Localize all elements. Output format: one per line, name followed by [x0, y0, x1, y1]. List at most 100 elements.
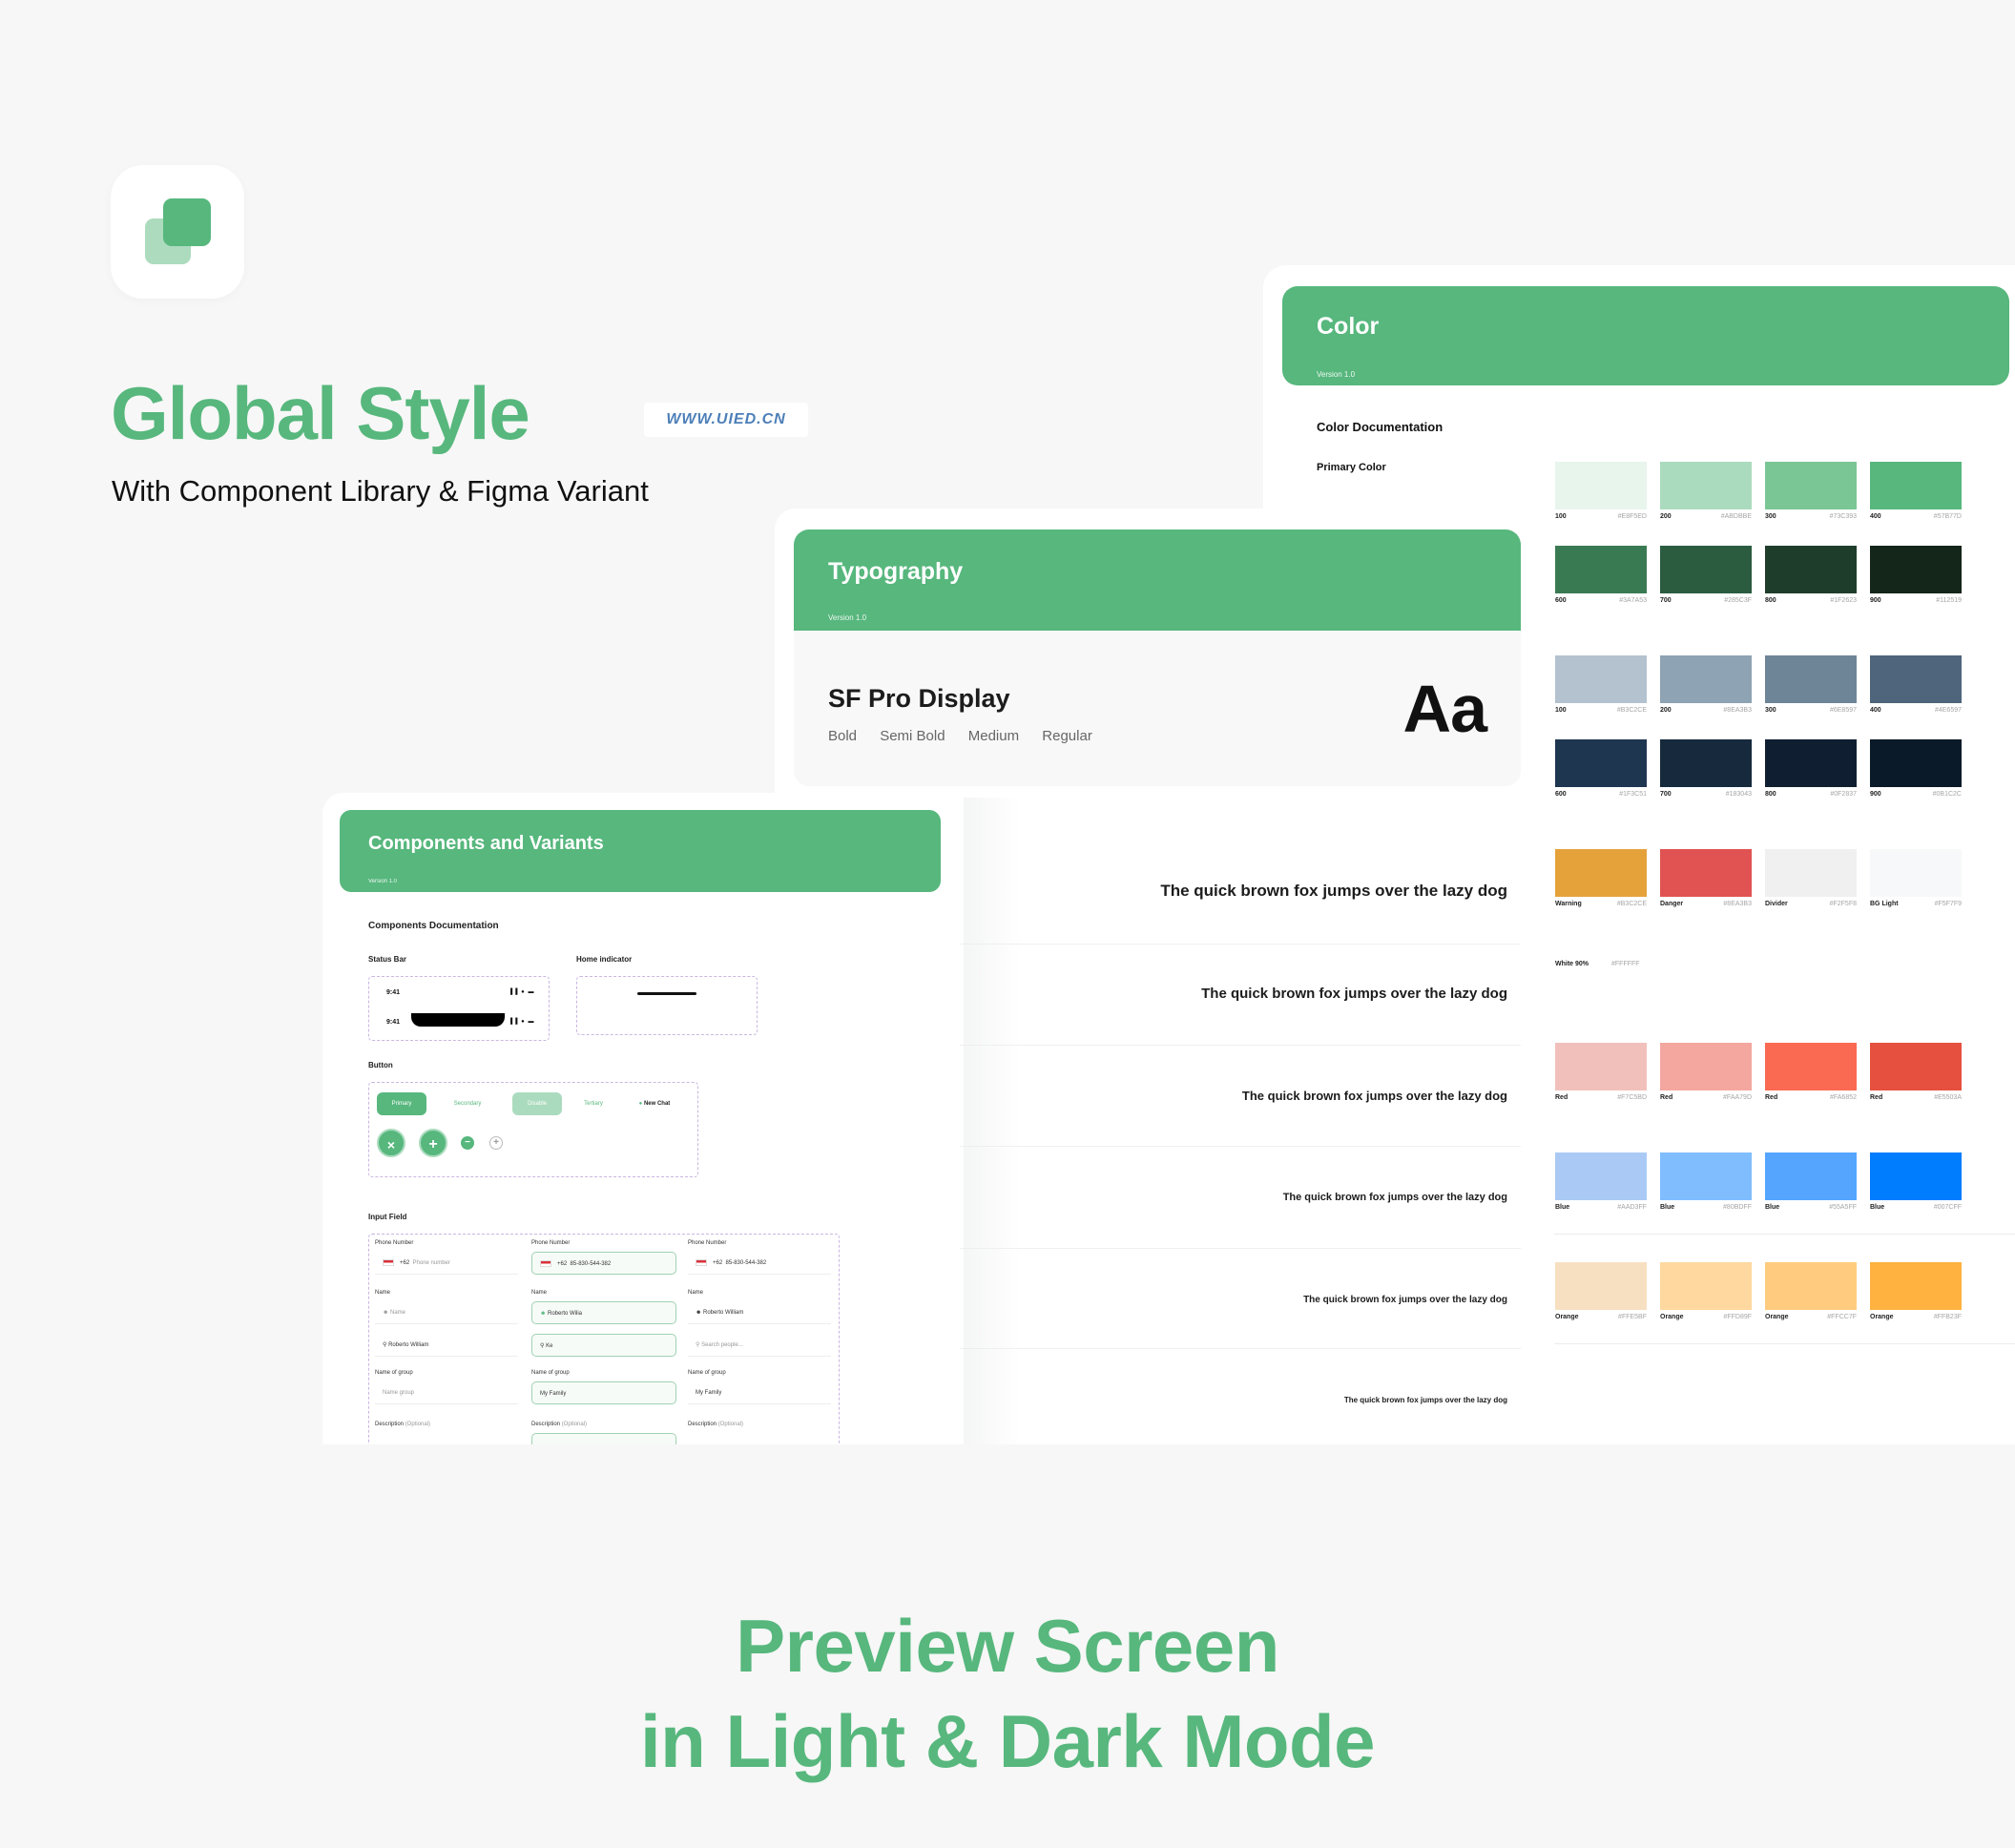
- phone-input-empty[interactable]: +62 Phone number: [375, 1252, 518, 1275]
- name-input-empty[interactable]: ☻ Name: [375, 1301, 518, 1324]
- input-field-label: Input Field: [368, 1213, 407, 1221]
- group-input-filled[interactable]: My Family: [688, 1381, 831, 1404]
- user-icon: ☻: [696, 1310, 703, 1316]
- swatch-name: Red: [1765, 1094, 1778, 1101]
- swatch-label: Orange #FFCC7F: [1765, 1314, 1857, 1320]
- sample-text-6: The quick brown fox jumps over the lazy …: [1343, 1396, 1507, 1404]
- swatch-label: 400 #57B77D: [1870, 513, 1962, 520]
- notch: [411, 1013, 505, 1027]
- desc-label: Description (Optional): [531, 1422, 588, 1427]
- swatch-hex: #1F2623: [1830, 597, 1857, 604]
- swatch-chip: [1660, 546, 1752, 593]
- new-chat-button[interactable]: ● New Chat: [621, 1092, 688, 1115]
- footer-title-line-1: Preview Screen: [736, 1604, 1279, 1688]
- swatch-chip: [1555, 1152, 1647, 1200]
- search-input-filled[interactable]: ⚲ Roberto William: [375, 1334, 518, 1357]
- swatch-label: 600 #3A7A53: [1555, 597, 1647, 604]
- disabled-button[interactable]: Disable: [512, 1092, 562, 1115]
- swatch-name: Red: [1555, 1094, 1568, 1101]
- app-logo: [111, 165, 244, 299]
- input-field-preview: Phone Number +62 Phone number Name ☻ Nam…: [368, 1234, 840, 1444]
- swatch-label: Orange #FFB23F: [1870, 1314, 1962, 1320]
- swatch-name: 700: [1660, 791, 1672, 798]
- swatch-hex: #FFB23F: [1933, 1314, 1962, 1320]
- sample-text-3: The quick brown fox jumps over the lazy …: [1241, 1089, 1507, 1103]
- close-icon[interactable]: ×: [377, 1129, 405, 1157]
- color-swatch: 700 #183043: [1660, 739, 1752, 798]
- swatch-name: Red: [1660, 1094, 1673, 1101]
- typography-card-title: Typography: [828, 558, 964, 585]
- swatch-hex: #FFCC7F: [1827, 1314, 1857, 1320]
- swatch-chip: [1870, 655, 1962, 703]
- components-card-header: Components and Variants Version 1.0: [340, 810, 941, 892]
- swatch-chip: [1555, 1043, 1647, 1090]
- swatch-hex: #8EA3B3: [1723, 901, 1752, 907]
- plus-icon[interactable]: +: [419, 1129, 447, 1157]
- color-swatch: 800 #0F2837: [1765, 739, 1857, 798]
- desc-label: Description (Optional): [375, 1422, 431, 1427]
- status-icons: ▐▐ ● ▬: [509, 989, 535, 995]
- typography-card-header: Typography Version 1.0: [794, 529, 1521, 631]
- swatch-chip: [1870, 546, 1962, 593]
- primary-button[interactable]: Primary: [377, 1092, 426, 1115]
- swatch-name: BG Light: [1870, 901, 1899, 907]
- search-input-placeholder[interactable]: ⚲ Search people...: [688, 1334, 831, 1357]
- user-icon: ☻: [540, 1311, 548, 1317]
- color-swatch: 200 #8EA3B3: [1660, 655, 1752, 714]
- logo-front-square: [163, 198, 211, 246]
- color-doc-title: Color Documentation: [1317, 420, 1444, 434]
- phone-label: Phone Number: [375, 1240, 414, 1246]
- button-preview: Primary Secondary Disable Tertiary ● New…: [368, 1082, 698, 1177]
- home-indicator-label: Home indicator: [576, 955, 633, 964]
- color-card-version: Version 1.0: [1317, 370, 1356, 379]
- swatch-chip: [1765, 739, 1857, 787]
- swatch-name: 900: [1870, 791, 1881, 798]
- tertiary-button[interactable]: Tertiary: [570, 1092, 617, 1115]
- swatch-chip: [1765, 1043, 1857, 1090]
- group-input-empty[interactable]: Name group: [375, 1381, 518, 1404]
- components-doc-title: Components Documentation: [368, 921, 499, 931]
- swatch-name: Warning: [1555, 901, 1582, 907]
- font-name: SF Pro Display: [828, 684, 1010, 713]
- swatch-label: 200 #ABDBBE: [1660, 513, 1752, 520]
- minus-icon[interactable]: −: [461, 1136, 474, 1150]
- swatch-label: 100 #B3C2CE: [1555, 707, 1647, 714]
- swatch-label: Warning #B3C2CE: [1555, 901, 1647, 907]
- name-label: Name: [531, 1290, 548, 1296]
- desc-input-active[interactable]: [531, 1433, 676, 1444]
- search-input-active[interactable]: ⚲ Ke: [531, 1334, 676, 1357]
- swatch-name: Danger: [1660, 901, 1684, 907]
- color-swatch: 200 #ABDBBE: [1660, 462, 1752, 520]
- color-swatch: 100 #E8F5ED: [1555, 462, 1647, 520]
- color-swatch: 300 #6E8597: [1765, 655, 1857, 714]
- color-swatch: Red #FA6852: [1765, 1043, 1857, 1101]
- swatch-name: 100: [1555, 707, 1567, 714]
- name-input-active[interactable]: ☻ Roberto Wilia: [531, 1301, 676, 1324]
- plus-outline-icon[interactable]: +: [489, 1136, 503, 1150]
- swatch-hex: #3A7A53: [1619, 597, 1647, 604]
- phone-input-filled[interactable]: +62 85-830-544-382: [688, 1252, 831, 1275]
- watermark: WWW.UIED.CN: [644, 403, 808, 437]
- name-label: Name: [688, 1290, 704, 1296]
- swatch-hex: #F5F7F9: [1934, 901, 1962, 907]
- status-bar-preview: 9:41 ▐▐ ● ▬ 9:41 ▐▐ ● ▬: [368, 976, 550, 1041]
- color-swatch: 700 #285C3F: [1660, 546, 1752, 604]
- phone-input-active[interactable]: +62 85-830-544-382: [531, 1252, 676, 1275]
- secondary-button[interactable]: Secondary: [436, 1092, 499, 1115]
- swatch-chip: [1870, 1043, 1962, 1090]
- swatch-label: 100 #E8F5ED: [1555, 513, 1647, 520]
- swatch-hex: #FFD89F: [1723, 1314, 1752, 1320]
- swatch-hex: #FAA79D: [1723, 1094, 1752, 1101]
- group-input-active[interactable]: My Family: [531, 1381, 676, 1404]
- swatch-name: 300: [1765, 513, 1776, 520]
- swatch-name: Blue: [1870, 1204, 1885, 1211]
- desc-label: Description (Optional): [688, 1422, 744, 1427]
- swatch-chip: [1660, 849, 1752, 897]
- swatch-label: 900 #0B1C2C: [1870, 791, 1962, 798]
- color-swatch: Warning #B3C2CE: [1555, 849, 1647, 907]
- swatch-chip: [1660, 1043, 1752, 1090]
- swatch-name: White 90%: [1555, 961, 1589, 967]
- swatch-chip: [1660, 655, 1752, 703]
- name-input-filled[interactable]: ☻ Roberto William: [688, 1301, 831, 1324]
- swatch-chip: [1765, 462, 1857, 509]
